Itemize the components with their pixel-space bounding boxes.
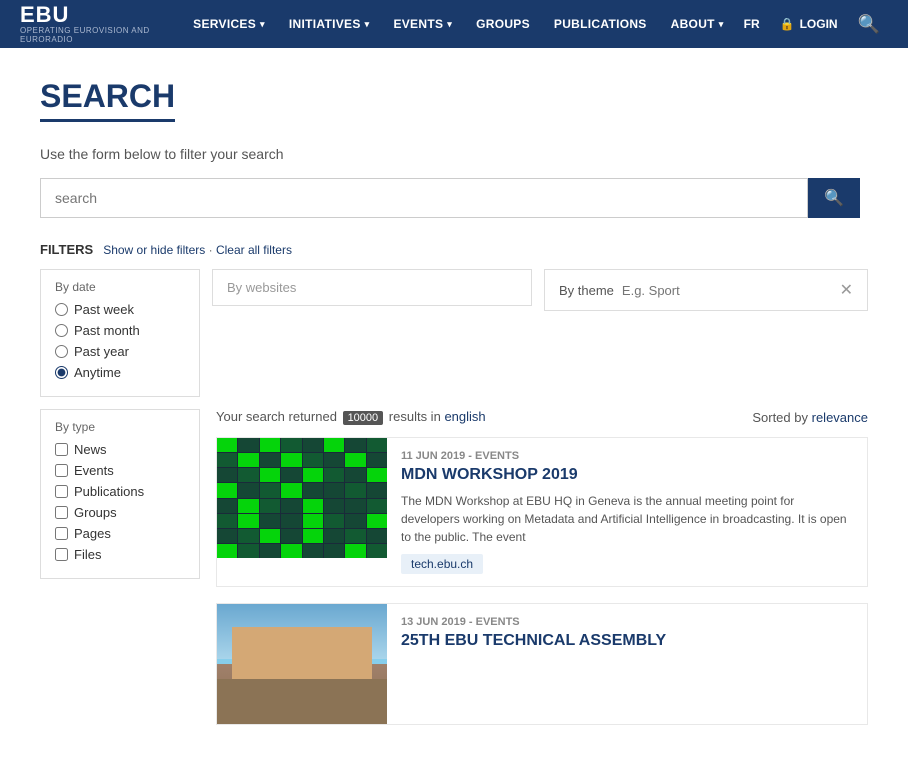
matrix-grid	[217, 438, 387, 558]
chevron-down-icon: ▾	[365, 19, 370, 30]
type-label-pages: Pages	[74, 526, 111, 541]
result-meta-1: 11 JUN 2019 - EVENTS	[401, 450, 855, 462]
results-area: Your search returned 10000 results in en…	[216, 409, 868, 741]
result-content-2: 13 JUN 2019 - EVENTS 25TH EBU TECHNICAL …	[401, 604, 867, 724]
result-title-2[interactable]: 25TH EBU TECHNICAL ASSEMBLY	[401, 632, 855, 650]
result-meta-2: 13 JUN 2019 - EVENTS	[401, 616, 855, 628]
date-label-anytime: Anytime	[74, 365, 121, 380]
nav-item-groups[interactable]: GROUPS	[464, 0, 542, 48]
chevron-down-icon: ▾	[447, 19, 452, 30]
type-checkbox-groups[interactable]	[55, 506, 68, 519]
type-option-groups[interactable]: Groups	[55, 505, 185, 520]
sorted-by-link[interactable]: relevance	[812, 410, 868, 425]
date-option-past-month[interactable]: Past month	[55, 323, 185, 338]
filter-date: By date Past week Past month Past year A…	[40, 269, 200, 397]
date-label-past-week: Past week	[74, 302, 134, 317]
type-label-files: Files	[74, 547, 101, 562]
filter-theme-label: By theme	[559, 283, 614, 298]
result-content-1: 11 JUN 2019 - EVENTS MDN WORKSHOP 2019 T…	[401, 438, 867, 586]
search-bar: 🔍	[40, 178, 860, 218]
type-option-news[interactable]: News	[55, 442, 185, 457]
date-label-past-year: Past year	[74, 344, 129, 359]
filter-theme-input[interactable]	[622, 283, 832, 298]
clear-theme-icon[interactable]: ✕	[840, 280, 853, 300]
date-option-anytime[interactable]: Anytime	[55, 365, 185, 380]
date-radio-anytime[interactable]	[55, 366, 68, 379]
result-desc-1: The MDN Workshop at EBU HQ in Geneva is …	[401, 492, 855, 546]
result-thumb-2	[217, 604, 387, 724]
filters-links: Show or hide filters · Clear all filters	[103, 243, 292, 257]
results-summary: Your search returned 10000 results in en…	[216, 409, 868, 425]
type-option-pages[interactable]: Pages	[55, 526, 185, 541]
nav-search-icon[interactable]: 🔍	[850, 14, 888, 35]
filter-type: By type News Events Publications Groups …	[40, 409, 200, 579]
result-image-1	[217, 438, 387, 558]
result-card-2: 13 JUN 2019 - EVENTS 25TH EBU TECHNICAL …	[216, 603, 868, 725]
result-card: 11 JUN 2019 - EVENTS MDN WORKSHOP 2019 T…	[216, 437, 868, 587]
date-radio-past-week[interactable]	[55, 303, 68, 316]
nav-item-events[interactable]: EVENTS ▾	[381, 0, 464, 48]
date-option-past-week[interactable]: Past week	[55, 302, 185, 317]
search-button[interactable]: 🔍	[808, 178, 860, 218]
type-checkbox-files[interactable]	[55, 548, 68, 561]
filter-websites-placeholder: By websites	[227, 280, 296, 295]
date-option-past-year[interactable]: Past year	[55, 344, 185, 359]
chevron-down-icon: ▾	[260, 19, 265, 30]
filter-date-title: By date	[55, 280, 185, 294]
nav-links: SERVICES ▾ INITIATIVES ▾ EVENTS ▾ GROUPS…	[181, 0, 735, 48]
result-tag-1[interactable]: tech.ebu.ch	[401, 554, 483, 574]
clear-all-filters-link[interactable]: Clear all filters	[216, 243, 292, 257]
type-label-publications: Publications	[74, 484, 144, 499]
sorted-by-text: Sorted by relevance	[752, 410, 868, 425]
type-label-events: Events	[74, 463, 114, 478]
filter-websites[interactable]: By websites	[212, 269, 532, 306]
search-icon: 🔍	[824, 188, 844, 208]
nav-item-initiatives[interactable]: INITIATIVES ▾	[277, 0, 382, 48]
logo-sub-text: OPERATING EUROVISION AND EURORADIO	[20, 26, 151, 44]
type-label-news: News	[74, 442, 107, 457]
filters-header: FILTERS Show or hide filters · Clear all…	[40, 242, 868, 257]
filter-separator: ·	[209, 243, 213, 257]
main-nav: EBU OPERATING EUROVISION AND EURORADIO S…	[0, 0, 908, 48]
nav-right: FR 🔒 LOGIN 🔍	[736, 14, 888, 35]
type-label-groups: Groups	[74, 505, 117, 520]
result-thumb-1	[217, 438, 387, 586]
result-title-1[interactable]: MDN WORKSHOP 2019	[401, 466, 855, 484]
date-radio-past-year[interactable]	[55, 345, 68, 358]
nav-fr-button[interactable]: FR	[736, 17, 768, 31]
nav-item-services[interactable]: SERVICES ▾	[181, 0, 277, 48]
type-option-files[interactable]: Files	[55, 547, 185, 562]
nav-item-publications[interactable]: PUBLICATIONS	[542, 0, 659, 48]
type-option-events[interactable]: Events	[55, 463, 185, 478]
search-input[interactable]	[40, 178, 808, 218]
content-area: By type News Events Publications Groups …	[40, 409, 868, 741]
type-checkbox-pages[interactable]	[55, 527, 68, 540]
nav-login-button[interactable]: 🔒 LOGIN	[772, 17, 846, 31]
type-checkbox-publications[interactable]	[55, 485, 68, 498]
filter-theme: By theme ✕	[544, 269, 868, 311]
chevron-down-icon: ▾	[719, 19, 724, 30]
date-radio-past-month[interactable]	[55, 324, 68, 337]
filters-row: By date Past week Past month Past year A…	[40, 269, 868, 397]
logo-ebu-text: EBU	[20, 4, 151, 26]
date-label-past-month: Past month	[74, 323, 140, 338]
results-count-badge: 10000	[343, 411, 384, 425]
type-checkbox-news[interactable]	[55, 443, 68, 456]
results-summary-text: Your search returned 10000 results in en…	[216, 409, 486, 425]
results-lang-link[interactable]: english	[444, 409, 485, 424]
page-title: SEARCH	[40, 78, 175, 122]
filters-label: FILTERS	[40, 242, 93, 257]
type-checkbox-events[interactable]	[55, 464, 68, 477]
result-image-2	[217, 604, 387, 724]
lock-icon: 🔒	[780, 17, 795, 31]
logo[interactable]: EBU OPERATING EUROVISION AND EURORADIO	[20, 4, 151, 44]
search-description: Use the form below to filter your search	[40, 146, 868, 162]
show-hide-filters-link[interactable]: Show or hide filters	[103, 243, 205, 257]
type-option-publications[interactable]: Publications	[55, 484, 185, 499]
nav-item-about[interactable]: ABOUT ▾	[659, 0, 736, 48]
filter-type-title: By type	[55, 420, 185, 434]
main-content: SEARCH Use the form below to filter your…	[0, 48, 908, 771]
